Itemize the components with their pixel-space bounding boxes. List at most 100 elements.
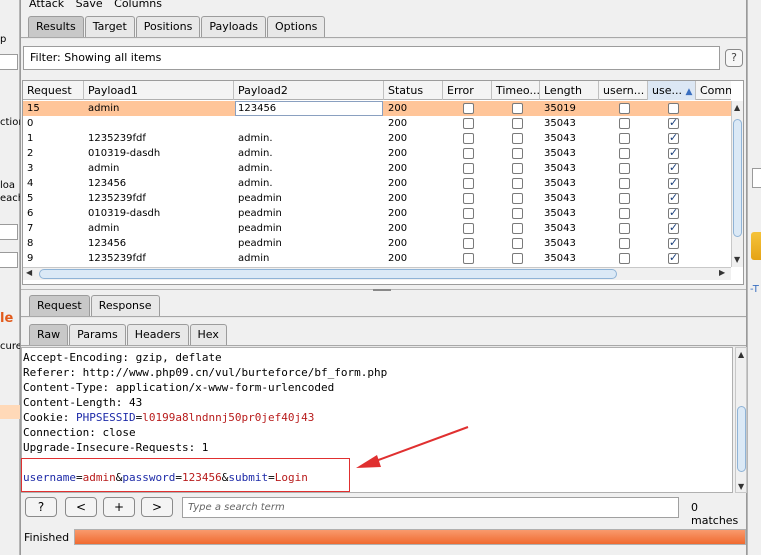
column-header-comment[interactable]: Comn bbox=[696, 81, 731, 100]
checkbox-use_col[interactable] bbox=[668, 176, 679, 189]
tab-raw[interactable]: Raw bbox=[29, 324, 69, 345]
checkbox-timeout[interactable] bbox=[512, 253, 523, 264]
checkbox-username_col[interactable] bbox=[619, 238, 630, 249]
checkbox-use_col[interactable] bbox=[668, 206, 679, 219]
checkbox-error[interactable] bbox=[463, 193, 474, 204]
checkbox-timeout[interactable] bbox=[512, 148, 523, 159]
menu-save[interactable]: Save bbox=[76, 0, 103, 10]
table-row[interactable]: 9 1235239fdf admin 200 35043 bbox=[23, 251, 731, 266]
checkbox-error[interactable] bbox=[463, 103, 474, 114]
scroll-left-icon[interactable]: ◀ bbox=[26, 268, 32, 277]
menu-columns[interactable]: Columns bbox=[114, 0, 162, 10]
scrollbar-thumb[interactable] bbox=[39, 269, 617, 279]
column-header-payload1[interactable]: Payload1 bbox=[84, 81, 234, 100]
search-add-button[interactable]: + bbox=[103, 497, 135, 517]
search-next-button[interactable]: > bbox=[141, 497, 173, 517]
checkbox-error[interactable] bbox=[463, 163, 474, 174]
checkbox-username_col[interactable] bbox=[619, 118, 630, 129]
column-header-payload2[interactable]: Payload2 bbox=[234, 81, 384, 100]
scroll-up-icon[interactable]: ▲ bbox=[734, 103, 740, 112]
checkbox-username_col[interactable] bbox=[619, 193, 630, 204]
filter-bar[interactable]: Filter: Showing all items bbox=[23, 46, 720, 70]
column-header-timeout[interactable]: Timeo... bbox=[492, 81, 540, 100]
table-row[interactable]: 3 admin admin. 200 35043 bbox=[23, 161, 731, 176]
editor-vertical-scrollbar[interactable]: ▲ ▼ bbox=[735, 347, 747, 493]
table-row[interactable]: 15 admin 123456 200 35019 bbox=[23, 101, 731, 116]
search-previous-button[interactable]: < bbox=[65, 497, 97, 517]
tab-results[interactable]: Results bbox=[28, 16, 84, 37]
checkbox-use_col[interactable] bbox=[668, 236, 679, 249]
tab-payloads[interactable]: Payloads bbox=[201, 16, 266, 37]
column-header-username[interactable]: usern... bbox=[599, 81, 648, 100]
table-row[interactable]: 1 1235239fdf admin. 200 35043 bbox=[23, 131, 731, 146]
checkbox-error[interactable] bbox=[463, 133, 474, 144]
checkbox-username_col[interactable] bbox=[619, 103, 630, 114]
checkbox-timeout[interactable] bbox=[512, 103, 523, 114]
table-row[interactable]: 2 010319-dasdh admin. 200 35043 bbox=[23, 146, 731, 161]
scroll-up-icon[interactable]: ▲ bbox=[738, 350, 744, 359]
filter-help-button[interactable]: ? bbox=[725, 49, 743, 67]
search-input[interactable]: Type a search term bbox=[182, 497, 679, 518]
checkbox-username_col[interactable] bbox=[619, 223, 630, 234]
checkbox-timeout[interactable] bbox=[512, 133, 523, 144]
checkbox-use_col[interactable] bbox=[668, 161, 679, 174]
scroll-down-icon[interactable]: ▼ bbox=[734, 255, 740, 264]
checkbox-error[interactable] bbox=[463, 148, 474, 159]
column-header-status[interactable]: Status bbox=[384, 81, 443, 100]
column-header-error[interactable]: Error bbox=[443, 81, 492, 100]
checkbox-username_col[interactable] bbox=[619, 253, 630, 264]
search-help-button[interactable]: ? bbox=[25, 497, 57, 517]
column-header-length[interactable]: Length bbox=[540, 81, 599, 100]
checkbox-username_col[interactable] bbox=[619, 163, 630, 174]
table-row[interactable]: 5 1235239fdf peadmin 200 35043 bbox=[23, 191, 731, 206]
checkbox-use_col[interactable] bbox=[668, 103, 679, 114]
tab-headers[interactable]: Headers bbox=[126, 324, 189, 345]
table-row[interactable]: 0 200 35043 bbox=[23, 116, 731, 131]
checkbox-error[interactable] bbox=[463, 238, 474, 249]
checkbox-error[interactable] bbox=[463, 223, 474, 234]
table-vertical-scrollbar[interactable]: ▲ ▼ bbox=[731, 101, 743, 267]
checkbox-timeout[interactable] bbox=[512, 193, 523, 204]
tab-params[interactable]: Params bbox=[69, 324, 126, 345]
tab-request[interactable]: Request bbox=[29, 295, 90, 316]
checkbox-use_col[interactable] bbox=[668, 251, 679, 264]
checkbox-timeout[interactable] bbox=[512, 208, 523, 219]
table-row[interactable]: 6 010319-dasdh peadmin 200 35043 bbox=[23, 206, 731, 221]
split-pane-divider[interactable] bbox=[21, 289, 746, 292]
scroll-down-icon[interactable]: ▼ bbox=[738, 482, 744, 491]
table-row[interactable]: 4 123456 admin. 200 35043 bbox=[23, 176, 731, 191]
tab-target[interactable]: Target bbox=[84, 16, 135, 37]
divider-grip-icon[interactable] bbox=[373, 289, 391, 291]
tab-positions[interactable]: Positions bbox=[135, 16, 201, 37]
checkbox-timeout[interactable] bbox=[512, 238, 523, 249]
checkbox-use_col[interactable] bbox=[668, 221, 679, 234]
checkbox-username_col[interactable] bbox=[619, 133, 630, 144]
tab-response[interactable]: Response bbox=[90, 295, 160, 316]
checkbox-username_col[interactable] bbox=[619, 148, 630, 159]
table-horizontal-scrollbar[interactable]: ◀ ▶ bbox=[23, 267, 731, 280]
column-header-use[interactable]: use... ▲ bbox=[648, 81, 696, 100]
checkbox-use_col[interactable] bbox=[668, 191, 679, 204]
checkbox-username_col[interactable] bbox=[619, 208, 630, 219]
checkbox-username_col[interactable] bbox=[619, 178, 630, 189]
tab-options[interactable]: Options bbox=[266, 16, 326, 37]
scrollbar-thumb[interactable] bbox=[737, 406, 746, 472]
checkbox-timeout[interactable] bbox=[512, 163, 523, 174]
checkbox-use_col[interactable] bbox=[668, 116, 679, 129]
checkbox-error[interactable] bbox=[463, 253, 474, 264]
checkbox-timeout[interactable] bbox=[512, 118, 523, 129]
checkbox-timeout[interactable] bbox=[512, 223, 523, 234]
tab-hex[interactable]: Hex bbox=[189, 324, 227, 345]
column-header-request[interactable]: Request bbox=[23, 81, 84, 100]
checkbox-error[interactable] bbox=[463, 118, 474, 129]
checkbox-error[interactable] bbox=[463, 208, 474, 219]
checkbox-use_col[interactable] bbox=[668, 131, 679, 144]
table-row[interactable]: 7 admin peadmin 200 35043 bbox=[23, 221, 731, 236]
checkbox-use_col[interactable] bbox=[668, 146, 679, 159]
menu-attack[interactable]: Attack bbox=[29, 0, 64, 10]
scrollbar-thumb[interactable] bbox=[733, 119, 742, 237]
checkbox-error[interactable] bbox=[463, 178, 474, 189]
scroll-right-icon[interactable]: ▶ bbox=[719, 268, 725, 277]
checkbox-timeout[interactable] bbox=[512, 178, 523, 189]
table-row[interactable]: 8 123456 peadmin 200 35043 bbox=[23, 236, 731, 251]
